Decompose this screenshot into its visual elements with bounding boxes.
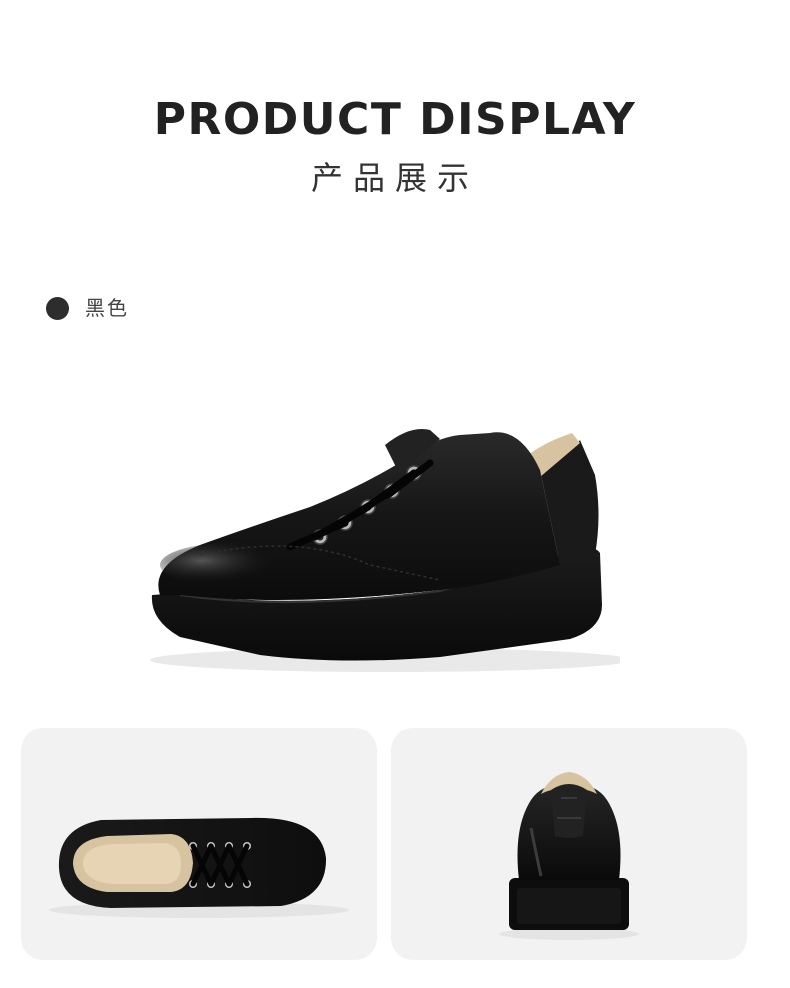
detail-card-top-view xyxy=(21,728,377,960)
shoe-top-view-image xyxy=(49,817,349,918)
detail-card-back-view xyxy=(391,728,747,960)
page-subtitle: 产品展示 xyxy=(310,159,479,197)
page-title: PRODUCT DISPLAY xyxy=(153,94,637,145)
color-label: 黑色 xyxy=(85,296,129,320)
color-swatch[interactable] xyxy=(46,297,69,320)
hero-shoe-image xyxy=(150,429,620,672)
shoe-back-view-image xyxy=(499,772,639,940)
